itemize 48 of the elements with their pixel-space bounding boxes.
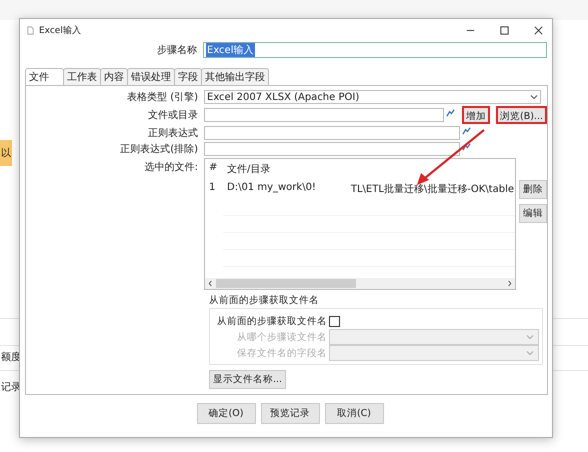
dropdown-field[interactable]: Excel 2007 XLSX (Apache POI) bbox=[204, 90, 541, 104]
group-title: 从前面的步骤获取文件名 bbox=[209, 294, 320, 307]
tab[interactable]: 文件 bbox=[25, 68, 64, 85]
close-icon[interactable] bbox=[533, 24, 544, 36]
table-cell-text: 1 bbox=[208, 182, 216, 195]
chevron-down-icon bbox=[530, 93, 538, 101]
step-name-field[interactable]: Excel输入 bbox=[203, 42, 547, 58]
horizontal-scrollbar[interactable] bbox=[205, 278, 515, 289]
selected-files-label: 选中的文件: bbox=[144, 160, 199, 174]
table-button[interactable]: 编辑 bbox=[519, 204, 547, 223]
table-cell-text: TL\ETL批量迁移\批量迁移-OK\table bbox=[350, 182, 515, 196]
annotation-arrow bbox=[417, 129, 485, 185]
dropdown-field[interactable] bbox=[329, 345, 539, 361]
scroll-right-icon[interactable] bbox=[507, 280, 512, 287]
dialog-button[interactable]: 取消(C) bbox=[324, 403, 384, 424]
file-button[interactable]: 浏览(B)... bbox=[496, 106, 547, 124]
background-text: 记录 bbox=[0, 381, 22, 395]
file-button[interactable]: 增加 bbox=[462, 106, 490, 124]
dropdown-field[interactable] bbox=[329, 329, 539, 345]
dialog-button[interactable]: 确定(O) bbox=[196, 403, 256, 424]
column-header[interactable]: 文件/目录 bbox=[227, 162, 515, 176]
field-label: 表格类型 (引擎) bbox=[126, 90, 199, 104]
column-header[interactable]: # bbox=[205, 162, 227, 176]
window-title: Excel输入 bbox=[39, 24, 81, 36]
show-filenames-button[interactable]: 显示文件名称... bbox=[209, 370, 286, 389]
input-field[interactable] bbox=[204, 142, 460, 156]
field-label: 从哪个步骤读文件名 bbox=[236, 330, 328, 344]
field-label: 保存文件名的字段名 bbox=[236, 346, 328, 360]
table-cell-text: D:\01 my_work\0! bbox=[227, 182, 317, 195]
tab[interactable]: 工作表 bbox=[63, 68, 101, 85]
field-label: 正则表达式(排除) bbox=[119, 142, 199, 156]
dialog-button[interactable]: 预览记录 bbox=[260, 403, 320, 424]
field-label: 文件或目录 bbox=[147, 108, 199, 122]
maximize-icon[interactable] bbox=[499, 24, 510, 36]
input-field[interactable] bbox=[204, 108, 444, 122]
checkbox[interactable] bbox=[329, 316, 340, 326]
table-button[interactable]: 删除 bbox=[519, 180, 547, 199]
tab[interactable]: 内容 bbox=[100, 68, 128, 85]
document-icon bbox=[26, 26, 35, 34]
step-name-label: 步骤名称 bbox=[156, 44, 198, 57]
checkbox-label: 从前面的步骤获取文件名 bbox=[216, 314, 328, 328]
scroll-left-icon[interactable] bbox=[208, 280, 213, 287]
tab[interactable]: 字段 bbox=[174, 68, 202, 85]
input-field[interactable] bbox=[204, 126, 460, 140]
tab[interactable]: 错误处理 bbox=[127, 68, 175, 85]
background-text: 以 bbox=[0, 140, 12, 166]
tab[interactable]: 其他输出字段 bbox=[201, 68, 269, 85]
field-label: 正则表达式 bbox=[147, 126, 199, 140]
